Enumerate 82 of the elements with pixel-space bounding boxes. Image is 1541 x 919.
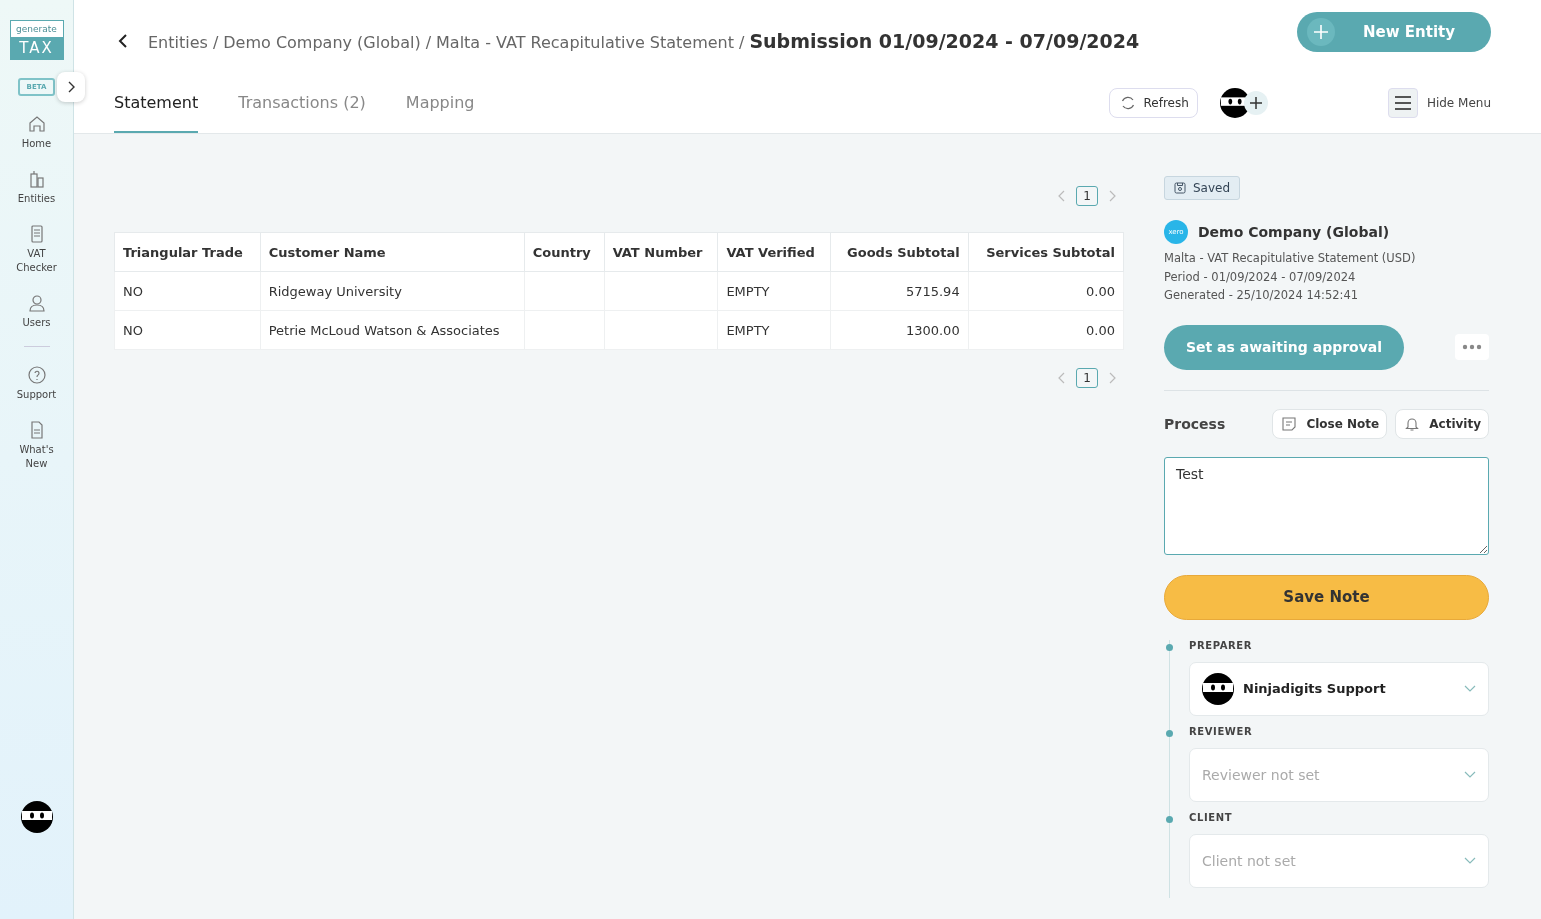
table-cell: 0.00 — [968, 310, 1124, 350]
table-cell: 5715.94 — [830, 271, 969, 311]
table-cell: 0.00 — [968, 271, 1124, 311]
save-note-button[interactable]: Save Note — [1164, 574, 1489, 620]
hide-menu-button[interactable]: Hide Menu — [1387, 87, 1491, 118]
tab[interactable]: Mapping — [405, 74, 475, 133]
table-cell: NO — [114, 310, 261, 350]
detail-text: Malta - VAT Recapitulative Statement (USD) — [1164, 250, 1417, 267]
logo-text: TAX — [10, 37, 63, 59]
nav-item[interactable]: Support — [6, 365, 67, 402]
detail-text: Generated - 25/10/2024 14:52:41 — [1164, 287, 1360, 304]
role-select[interactable]: Ninjadigits Support — [1189, 661, 1489, 716]
column-header: VAT Number — [604, 232, 718, 272]
nav-item[interactable]: Users — [6, 293, 67, 330]
page-button[interactable]: 1 — [1076, 186, 1098, 206]
more-options-button[interactable] — [1455, 334, 1489, 360]
nav-item[interactable]: VAT Checker — [6, 224, 67, 275]
previous-page-icon[interactable] — [1058, 190, 1067, 202]
page-title: Submission 01/09/2024 - 07/09/2024 — [749, 30, 1140, 52]
note-icon — [1281, 415, 1298, 432]
more-icon — [1462, 344, 1482, 350]
avatar-icon — [1202, 672, 1234, 705]
close-note-button[interactable]: Close Note — [1272, 408, 1388, 439]
nav-item[interactable]: Home — [6, 114, 67, 151]
help-icon — [26, 365, 47, 385]
company-name: Demo Company (Global) — [1198, 224, 1390, 240]
role-label: CLIENT — [1189, 811, 1234, 825]
next-page-icon[interactable] — [1108, 372, 1116, 384]
tab[interactable]: Statement — [114, 74, 199, 133]
chevron-down-icon — [1464, 856, 1476, 865]
breadcrumb-link[interactable]: Demo Company (Global) — [223, 33, 421, 52]
refresh-button[interactable]: Refresh — [1108, 87, 1198, 118]
chevron-down-icon — [1464, 770, 1476, 779]
table-cell: Ridgeway University — [260, 271, 525, 311]
avatar-icon[interactable] — [20, 801, 53, 833]
table-cell: EMPTY — [717, 310, 831, 350]
column-header: VAT Verified — [717, 232, 831, 272]
timeline-dot — [1166, 643, 1173, 651]
role-placeholder: Reviewer not set — [1202, 766, 1320, 783]
breadcrumb-separator: / — [212, 33, 219, 52]
chevron-right-icon — [66, 81, 77, 93]
logo-text: generate — [16, 23, 57, 36]
nav-item[interactable]: What's New — [6, 420, 67, 471]
role-value: Ninjadigits Support — [1243, 681, 1386, 696]
column-header: Triangular Trade — [114, 232, 261, 272]
previous-page-icon[interactable] — [1058, 372, 1067, 384]
breadcrumb-separator: / — [425, 33, 431, 52]
role-placeholder: Client not set — [1202, 852, 1296, 869]
breadcrumb-separator: / — [739, 33, 745, 52]
user-icon — [26, 293, 47, 313]
detail-text: Period - 01/09/2024 - 07/09/2024 — [1164, 268, 1357, 286]
role-label: REVIEWER — [1189, 725, 1254, 739]
add-user-icon[interactable] — [1243, 90, 1268, 115]
tab[interactable]: Transactions (2) — [238, 74, 366, 133]
refresh-icon — [1119, 94, 1136, 111]
breadcrumb-link[interactable]: Entities — [148, 33, 208, 52]
table-cell: 1300.00 — [830, 310, 969, 350]
column-header: Customer Name — [260, 232, 525, 272]
table-cell: EMPTY — [717, 271, 831, 311]
role-label: PREPARER — [1189, 639, 1254, 653]
expand-button[interactable] — [57, 72, 86, 102]
breadcrumb-link[interactable]: Malta - VAT Recapitulative Statement — [436, 33, 734, 52]
timeline-dot — [1166, 815, 1173, 823]
column-header: Country — [524, 232, 605, 272]
chevron-down-icon — [1464, 684, 1476, 693]
plus-icon — [1313, 24, 1329, 40]
page-button[interactable]: 1 — [1076, 368, 1098, 388]
avatar-icon[interactable] — [1219, 87, 1250, 118]
column-header: Goods Subtotal — [830, 232, 969, 272]
bell-icon — [1404, 415, 1421, 432]
timeline-dot — [1166, 729, 1173, 737]
process-label: Process — [1164, 415, 1226, 432]
nav-item[interactable]: Entities — [6, 169, 67, 206]
table-cell: Petrie McLoud Watson & Associates — [260, 310, 525, 350]
note-field[interactable]: Test — [1164, 456, 1489, 555]
table-cell: NO — [114, 271, 261, 311]
next-page-icon[interactable] — [1108, 190, 1116, 202]
saved-status-badge: Saved — [1164, 176, 1241, 200]
column-header: Services Subtotal — [968, 232, 1124, 272]
activity-button[interactable]: Activity — [1395, 408, 1489, 439]
menu-icon — [1394, 95, 1411, 110]
home-icon — [26, 114, 47, 134]
